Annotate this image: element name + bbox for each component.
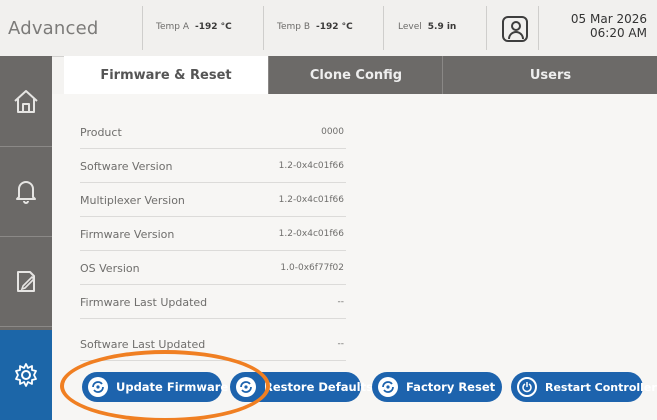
- info-label: Multiplexer Version: [80, 194, 185, 207]
- restart-controller-button[interactable]: Restart Controller: [511, 372, 657, 402]
- controller-screen: Advanced Temp A -192 °C Temp B -192 °C Lev…: [0, 0, 657, 420]
- tab-clone-config[interactable]: Clone Config: [268, 56, 443, 94]
- notes-icon: [17, 271, 36, 292]
- info-label: Firmware Version: [80, 228, 175, 241]
- info-row-product: Product 0000: [80, 114, 346, 149]
- info-value: 1.0-0x6f77f02: [280, 263, 344, 273]
- sidebar-item-notes[interactable]: [0, 236, 52, 327]
- header-bar: Advanced Temp A -192 °C Temp B -192 °C Lev…: [0, 0, 657, 57]
- info-label: Software Last Updated: [80, 338, 206, 351]
- level-label: Level: [398, 22, 422, 32]
- info-row-firmware-version: Firmware Version 1.2-0x4c01f66: [80, 216, 346, 251]
- temp-a-metric: Temp A -192 °C: [156, 22, 232, 32]
- annotation-highlight-circle: [60, 350, 270, 420]
- bell-icon: [16, 181, 36, 204]
- info-value: --: [337, 297, 345, 307]
- info-value: 0000: [321, 127, 344, 137]
- info-label: Software Version: [80, 160, 173, 173]
- info-row-firmware-last-updated: Firmware Last Updated --: [80, 284, 346, 319]
- temp-a-value: -192 °C: [195, 22, 232, 32]
- level-value: 5.9 in: [427, 22, 457, 32]
- header-divider: [538, 6, 539, 50]
- sidebar-item-settings[interactable]: [0, 330, 52, 420]
- factory-reset-button[interactable]: Factory Reset: [372, 372, 502, 402]
- factory-reset-label: Factory Reset: [406, 380, 496, 394]
- info-row-software-version: Software Version 1.2-0x4c01f66: [80, 148, 346, 183]
- info-row-os-version: OS Version 1.0-0x6f77f02: [80, 250, 346, 285]
- reset-icon: [378, 377, 398, 397]
- home-icon: [14, 90, 38, 113]
- gear-icon: [15, 363, 37, 387]
- header-divider: [263, 6, 264, 50]
- info-label: Product: [80, 126, 122, 139]
- info-value: 1.2-0x4c01f66: [278, 229, 344, 239]
- temp-b-label: Temp B: [277, 22, 311, 32]
- info-value: 1.2-0x4c01f66: [278, 195, 344, 205]
- info-value: --: [337, 339, 345, 349]
- restore-defaults-label: Restore Defaults: [264, 380, 373, 394]
- sidebar-item-home[interactable]: [0, 56, 52, 147]
- header-divider: [383, 6, 384, 50]
- page-title: Advanced: [8, 18, 99, 39]
- tab-bar: Firmware & Reset Clone Config Users: [52, 56, 657, 94]
- info-value: 1.2-0x4c01f66: [278, 161, 344, 171]
- date-text: 05 Mar 2026: [570, 12, 647, 26]
- sidebar-item-alarms[interactable]: [0, 146, 52, 237]
- header-divider: [142, 6, 143, 50]
- temp-b-value: -192 °C: [316, 22, 353, 32]
- power-icon: [517, 377, 537, 397]
- datetime: 05 Mar 2026 06:20 AM: [571, 12, 647, 40]
- level-metric: Level 5.9 in: [398, 22, 456, 32]
- info-row-multiplexer-version: Multiplexer Version 1.2-0x4c01f66: [80, 182, 346, 217]
- info-label: OS Version: [80, 262, 140, 275]
- user-icon[interactable]: [502, 16, 528, 42]
- sidebar: [0, 56, 52, 420]
- temp-a-label: Temp A: [156, 22, 190, 32]
- restart-controller-label: Restart Controller: [545, 380, 657, 394]
- tab-firmware-reset[interactable]: Firmware & Reset: [64, 56, 268, 94]
- header-divider: [486, 6, 487, 50]
- tab-users[interactable]: Users: [442, 56, 657, 94]
- info-label: Firmware Last Updated: [80, 296, 208, 309]
- temp-b-metric: Temp B -192 °C: [277, 22, 353, 32]
- time-text: 06:20 AM: [590, 26, 647, 40]
